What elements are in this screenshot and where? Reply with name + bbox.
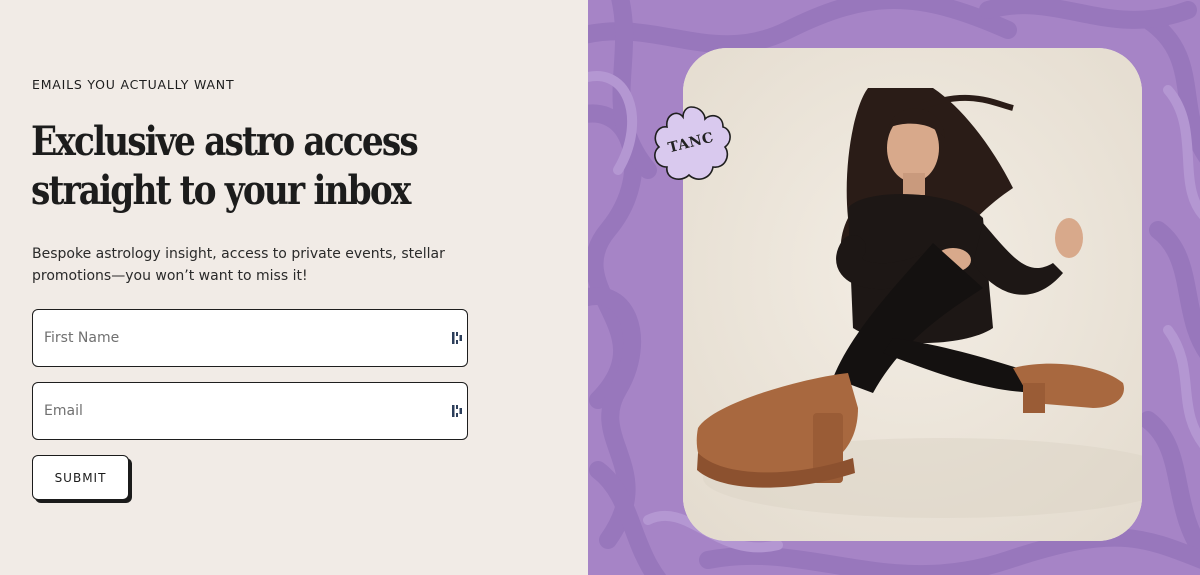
signup-panel: EMAILS YOU ACTUALLY WANT Exclusive astro… (0, 0, 588, 575)
first-name-field[interactable] (32, 309, 468, 367)
password-manager-icon[interactable] (451, 404, 463, 418)
eyebrow-text: EMAILS YOU ACTUALLY WANT (32, 77, 235, 92)
password-manager-icon[interactable] (451, 331, 463, 345)
model-photo-illustration (683, 48, 1142, 541)
headline-line-1: Exclusive astro access (31, 118, 419, 165)
brand-badge: TANC (649, 101, 733, 185)
first-name-input[interactable] (44, 330, 451, 346)
submit-button-wrapper: SUBMIT (32, 455, 132, 503)
email-input[interactable] (44, 403, 451, 419)
headline-line-2: straight to your inbox (31, 167, 411, 214)
subcopy-line-2: promotions—you won’t want to miss it! (32, 267, 308, 284)
headline: Exclusive astro access straight to your … (31, 117, 435, 215)
model-photo (683, 48, 1142, 541)
subcopy: Bespoke astrology insight, access to pri… (32, 244, 472, 287)
submit-button[interactable]: SUBMIT (32, 455, 129, 500)
subcopy-line-1: Bespoke astrology insight, access to pri… (32, 246, 445, 262)
email-field[interactable] (32, 382, 468, 440)
image-panel: TANC (588, 0, 1200, 575)
